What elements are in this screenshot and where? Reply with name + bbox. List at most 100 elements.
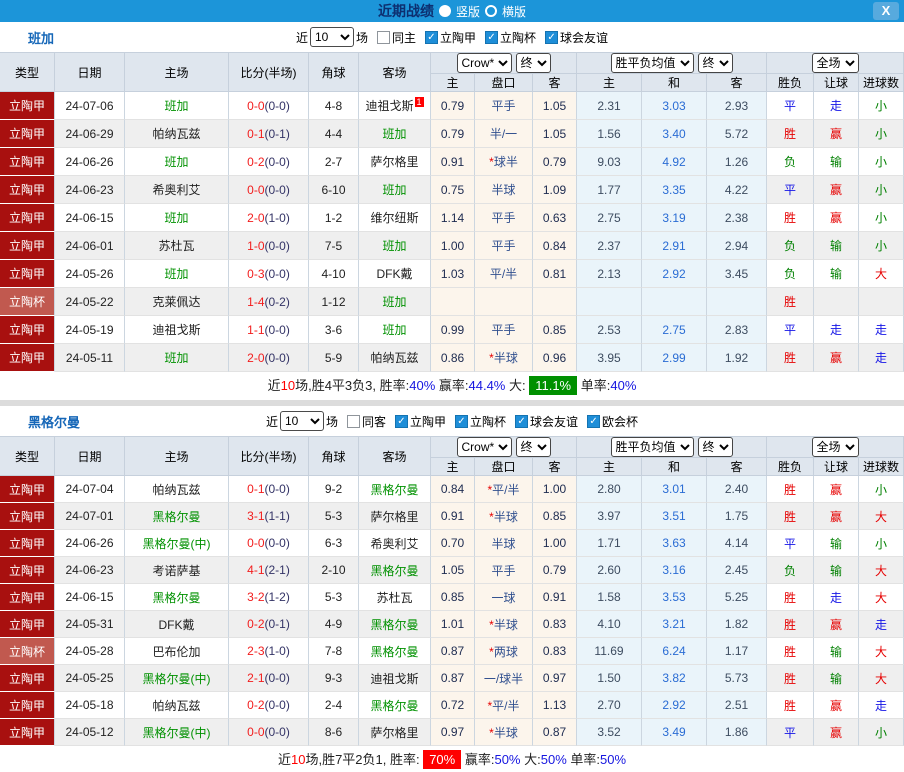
avg-type-select[interactable]: 胜平负均值	[610, 53, 694, 73]
handicap-cell	[475, 288, 533, 316]
match-row: 立陶甲 24-07-06 班加 0-0(0-0) 4-8 迪祖戈斯 1 0.79 平手 1.05 2…	[0, 92, 904, 120]
summary-segment: 11.1%	[529, 376, 578, 395]
league-checkbox[interactable]: ✓	[425, 30, 438, 44]
home-odds-cell: 0.87	[431, 638, 475, 665]
avg-group-header: 胜平负均值终	[577, 436, 768, 458]
handicap-result-cell: 赢	[814, 503, 860, 530]
handicap-result-cell: 走	[814, 92, 860, 120]
close-icon[interactable]: X	[873, 2, 899, 20]
summary-segment: 单率:	[577, 378, 611, 393]
sub-header-home-odds: 主	[431, 74, 475, 92]
summary-segment: 赢率:	[435, 378, 469, 393]
home-team-cell: DFK戴	[125, 611, 229, 638]
corner-cell: 2-7	[309, 148, 359, 176]
league-cell: 立陶甲	[0, 530, 55, 557]
avg-draw-cell: 3.16	[642, 557, 707, 584]
league-checkbox[interactable]: ✓	[515, 414, 529, 428]
home-odds-cell: 1.03	[431, 260, 475, 288]
odds-stage-select[interactable]: 终	[515, 437, 551, 457]
away-team-cell: 班加	[359, 288, 431, 316]
goals-cell: 小	[859, 530, 904, 557]
same-venue-checkbox[interactable]	[376, 30, 390, 44]
avg-home-cell: 3.97	[577, 503, 642, 530]
away-odds-cell: 0.81	[533, 260, 577, 288]
score-cell: 0-0(0-0)	[229, 92, 309, 120]
match-row: 立陶甲 24-06-01 苏杜瓦 1-0(0-0) 7-5 班加 1.00 平手 0.84 2.3…	[0, 232, 904, 260]
avg-away-cell: 1.17	[707, 638, 768, 665]
home-team-cell: 黑格尔曼	[125, 584, 229, 611]
result-cell: 平	[767, 719, 815, 746]
score-cell: 1-0(0-0)	[229, 232, 309, 260]
avg-home-cell: 1.50	[577, 665, 642, 692]
league-checkbox[interactable]: ✓	[545, 30, 559, 44]
date-cell: 24-05-11	[55, 344, 125, 372]
away-odds-cell: 0.85	[533, 503, 577, 530]
corner-cell: 5-3	[309, 584, 359, 611]
away-team-cell: 班加	[359, 316, 431, 344]
scope-group-header: 全场	[767, 52, 904, 74]
home-odds-cell: 0.97	[431, 719, 475, 746]
league-checkbox[interactable]: ✓	[394, 414, 408, 428]
home-team-cell: 迪祖戈斯	[125, 316, 229, 344]
score-cell: 2-3(1-0)	[229, 638, 309, 665]
home-odds-cell: 0.75	[431, 176, 475, 204]
vertical-layout-radio[interactable]	[438, 5, 451, 17]
corner-cell: 6-10	[309, 176, 359, 204]
home-odds-cell: 0.87	[431, 665, 475, 692]
avg-draw-cell: 2.91	[642, 232, 707, 260]
titlebar: 近期战绩 竖版 横版 X	[0, 0, 904, 22]
match-count-select[interactable]: 10	[279, 411, 324, 431]
handicap-cell: 半球	[475, 176, 533, 204]
goals-cell: 走	[859, 692, 904, 719]
bookmaker-select[interactable]: Crow*	[456, 53, 512, 73]
avg-type-select[interactable]: 胜平负均值	[610, 437, 694, 457]
league-checkbox[interactable]: ✓	[455, 414, 468, 428]
league-checkbox[interactable]: ✓	[485, 30, 499, 44]
summary-segment: 近	[267, 378, 281, 393]
goals-cell: 小	[859, 148, 904, 176]
handicap-cell: 平手	[475, 557, 533, 584]
match-count-select[interactable]: 10	[309, 27, 354, 47]
odds-stage-select[interactable]: 终	[515, 53, 551, 73]
sub-header-result: 胜负	[767, 458, 815, 476]
scope-select[interactable]: 全场	[811, 437, 859, 457]
handicap-result-cell: 赢	[814, 176, 860, 204]
avg-stage-select[interactable]: 终	[697, 437, 733, 457]
summary-line: 近10场,胜7平2负1, 胜率: 70% 赢率:50% 大:50% 单率:50%	[0, 746, 904, 772]
avg-stage-select[interactable]: 终	[697, 53, 733, 73]
date-cell: 24-07-06	[55, 92, 125, 120]
home-odds-cell: 0.86	[431, 344, 475, 372]
score-cell: 4-1(2-1)	[229, 557, 309, 584]
match-row: 立陶甲 24-05-18 帕纳瓦兹 0-2(0-0) 2-4 黑格尔曼 0.72 *平/半 1.…	[0, 692, 904, 719]
scope-select[interactable]: 全场	[811, 53, 859, 73]
goals-cell: 走	[859, 344, 904, 372]
league-cell: 立陶甲	[0, 503, 55, 530]
home-odds-cell: 0.91	[431, 503, 475, 530]
same-venue-checkbox[interactable]	[346, 414, 360, 428]
goals-cell: 小	[859, 719, 904, 746]
horizontal-layout-radio[interactable]	[485, 5, 497, 17]
col-header-home: 主场	[125, 52, 229, 92]
league-cell: 立陶甲	[0, 611, 55, 638]
summary-segment: 50%	[600, 752, 627, 767]
league-cell: 立陶杯	[0, 288, 55, 316]
home-team-cell: 考诺萨基	[125, 557, 229, 584]
league-cell: 立陶甲	[0, 665, 55, 692]
away-team-cell: 迪祖戈斯 1	[359, 92, 431, 120]
date-cell: 24-06-29	[55, 120, 125, 148]
league-cell: 立陶甲	[0, 232, 55, 260]
bookmaker-select[interactable]: Crow*	[456, 437, 512, 457]
avg-home-cell: 3.95	[577, 344, 642, 372]
date-cell: 24-06-15	[55, 204, 125, 232]
corner-cell: 2-4	[309, 692, 359, 719]
corner-cell: 5-3	[309, 503, 359, 530]
date-cell: 24-07-01	[55, 503, 125, 530]
result-cell: 胜	[767, 665, 815, 692]
summary-segment: 10	[290, 752, 306, 767]
avg-home-cell: 1.56	[577, 120, 642, 148]
score-cell: 3-1(1-1)	[229, 503, 309, 530]
avg-draw-cell: 2.92	[642, 260, 707, 288]
league-checkbox[interactable]: ✓	[587, 414, 601, 428]
summary-segment: 近	[277, 752, 291, 767]
away-team-cell: 黑格尔曼	[359, 476, 431, 503]
